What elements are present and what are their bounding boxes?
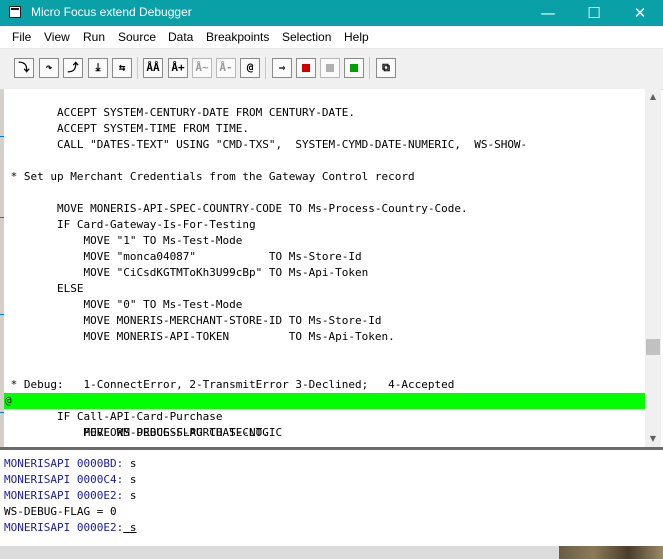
menu-file[interactable]: File [12,30,31,44]
source-scrollbar[interactable]: ▲ ▼ [645,89,661,447]
go-icon: ⇒ [278,61,286,74]
watch-edit-icon: Å~ [195,61,209,74]
console-line: WS-DEBUG-FLAG = 0 [4,505,117,518]
console-pane[interactable]: MONERISAPI 0000BD: s MONERISAPI 0000C4: … [0,450,663,546]
source-line[interactable] [4,345,645,361]
watch-remove-button[interactable]: Å- [216,58,236,78]
step-over-button[interactable]: ↷ [39,58,59,78]
source-line[interactable]: ACCEPT SYSTEM-CENTURY-DATE FROM CENTURY-… [4,105,645,121]
source-line[interactable]: MOVE "0" TO Ms-Test-Mode [4,297,645,313]
execution-marker: @ [5,394,12,407]
source-line[interactable]: IF Card-Gateway-Is-For-Testing [4,217,645,233]
watch-remove-icon: Å- [219,61,233,74]
breakpoint-disabled-button[interactable] [320,58,340,78]
menu-source[interactable]: Source [118,30,156,44]
source-line[interactable]: * Debug: 1-ConnectError, 2-TransmitError… [4,377,645,393]
source-line[interactable] [4,153,645,169]
app-window-icon [9,6,21,18]
taskbar-edge [0,546,663,559]
step-into-button[interactable]: ⤵ [14,58,34,78]
toolbar: ⤵ ↷ ⤴ ⤓ ⇆ ÅÅ Å+ Å~ Å- @ ⇒ ⧉ [0,48,663,90]
step-into-icon: ⤵ [18,61,30,74]
step-out-button[interactable]: ⤴ [63,58,83,78]
step-out-icon: ⤴ [67,61,79,74]
menu-selection[interactable]: Selection [282,30,331,44]
scroll-down-icon[interactable]: ▼ [645,431,661,447]
watch-add-icon: Å+ [171,61,185,74]
toolbar-separator [137,57,138,79]
scroll-thumb[interactable] [646,339,660,355]
breakpoint-set-icon [302,64,310,72]
source-line[interactable] [4,185,645,201]
breakpoint-enable-button[interactable] [344,58,364,78]
watch-button[interactable]: ÅÅ [143,58,163,78]
breakpoint-enable-icon [350,64,358,72]
console-input-line[interactable]: MONERISAPI 0000E2: s [4,520,136,536]
source-line[interactable]: MOVE "1" TO Ms-Test-Mode [4,233,645,249]
title-bar: Micro Focus extend Debugger — ☐ ✕ [0,0,663,26]
current-execution-line[interactable]: @ MOVE WS-DEBUG-FLAG TO T-CNT. [4,393,645,439]
maximize-button[interactable]: ☐ [571,0,617,26]
menu-view[interactable]: View [44,30,70,44]
minimize-button[interactable]: — [525,0,571,26]
go-button[interactable]: ⇒ [272,58,292,78]
run-to-cursor-icon: ⤓ [95,61,101,74]
watch-add-button[interactable]: Å+ [168,58,188,78]
scroll-up-icon[interactable]: ▲ [645,89,661,105]
toolbar-separator [265,57,266,79]
source-line[interactable]: * Set up Merchant Credentials from the G… [4,169,645,185]
menu-data[interactable]: Data [168,30,193,44]
console-input[interactable]: s [123,521,137,534]
breakpoint-disabled-icon [326,64,334,72]
window-icon: ⧉ [382,61,390,74]
toolbar-separator [369,57,370,79]
step-back-button[interactable]: ⇆ [112,58,132,78]
source-line[interactable]: CALL "DATES-TEXT" USING "CMD-TXS", SYSTE… [4,137,645,153]
at-button[interactable]: @ [240,58,260,78]
window-button[interactable]: ⧉ [376,58,396,78]
menu-bar: File View Run Source Data Breakpoints Se… [0,26,663,48]
source-line[interactable]: MOVE "CiCsdKGTMToKh3U99cBp" TO Ms-Api-To… [4,265,645,281]
background-image-fragment [559,546,663,559]
source-line[interactable]: PERFORM PROCESS-PURCHASE-LOGIC [4,425,645,441]
step-back-icon: ⇆ [118,61,126,74]
source-line[interactable]: MOVE MONERIS-MERCHANT-STORE-ID TO Ms-Sto… [4,313,645,329]
source-line[interactable]: MOVE "monca04087" TO Ms-Store-Id [4,249,645,265]
watch-icon: ÅÅ [146,61,160,74]
breakpoint-set-button[interactable] [296,58,316,78]
source-line[interactable]: MOVE MONERIS-API-TOKEN TO Ms-Api-Token. [4,329,645,345]
window-title: Micro Focus extend Debugger [31,5,192,19]
step-over-icon: ↷ [45,61,53,74]
source-line[interactable]: ACCEPT SYSTEM-TIME FROM TIME. [4,121,645,137]
source-line[interactable]: MOVE MONERIS-API-SPEC-COUNTRY-CODE TO Ms… [4,201,645,217]
source-pane[interactable]: ACCEPT SYSTEM-CENTURY-DATE FROM CENTURY-… [4,89,645,445]
close-button[interactable]: ✕ [617,0,663,26]
console-line: MONERISAPI 0000BD: s [4,457,137,470]
source-line[interactable] [4,361,645,377]
at-icon: @ [246,61,254,74]
watch-edit-button[interactable]: Å~ [192,58,212,78]
source-line[interactable]: IF Call-API-Card-Purchase [4,409,645,425]
run-to-cursor-button[interactable]: ⤓ [88,58,108,78]
console-line: MONERISAPI 0000E2: s [4,489,137,502]
menu-breakpoints[interactable]: Breakpoints [206,30,269,44]
menu-help[interactable]: Help [344,30,369,44]
source-line[interactable]: ELSE [4,281,645,297]
menu-run[interactable]: Run [83,30,105,44]
console-line: MONERISAPI 0000C4: s [4,473,137,486]
